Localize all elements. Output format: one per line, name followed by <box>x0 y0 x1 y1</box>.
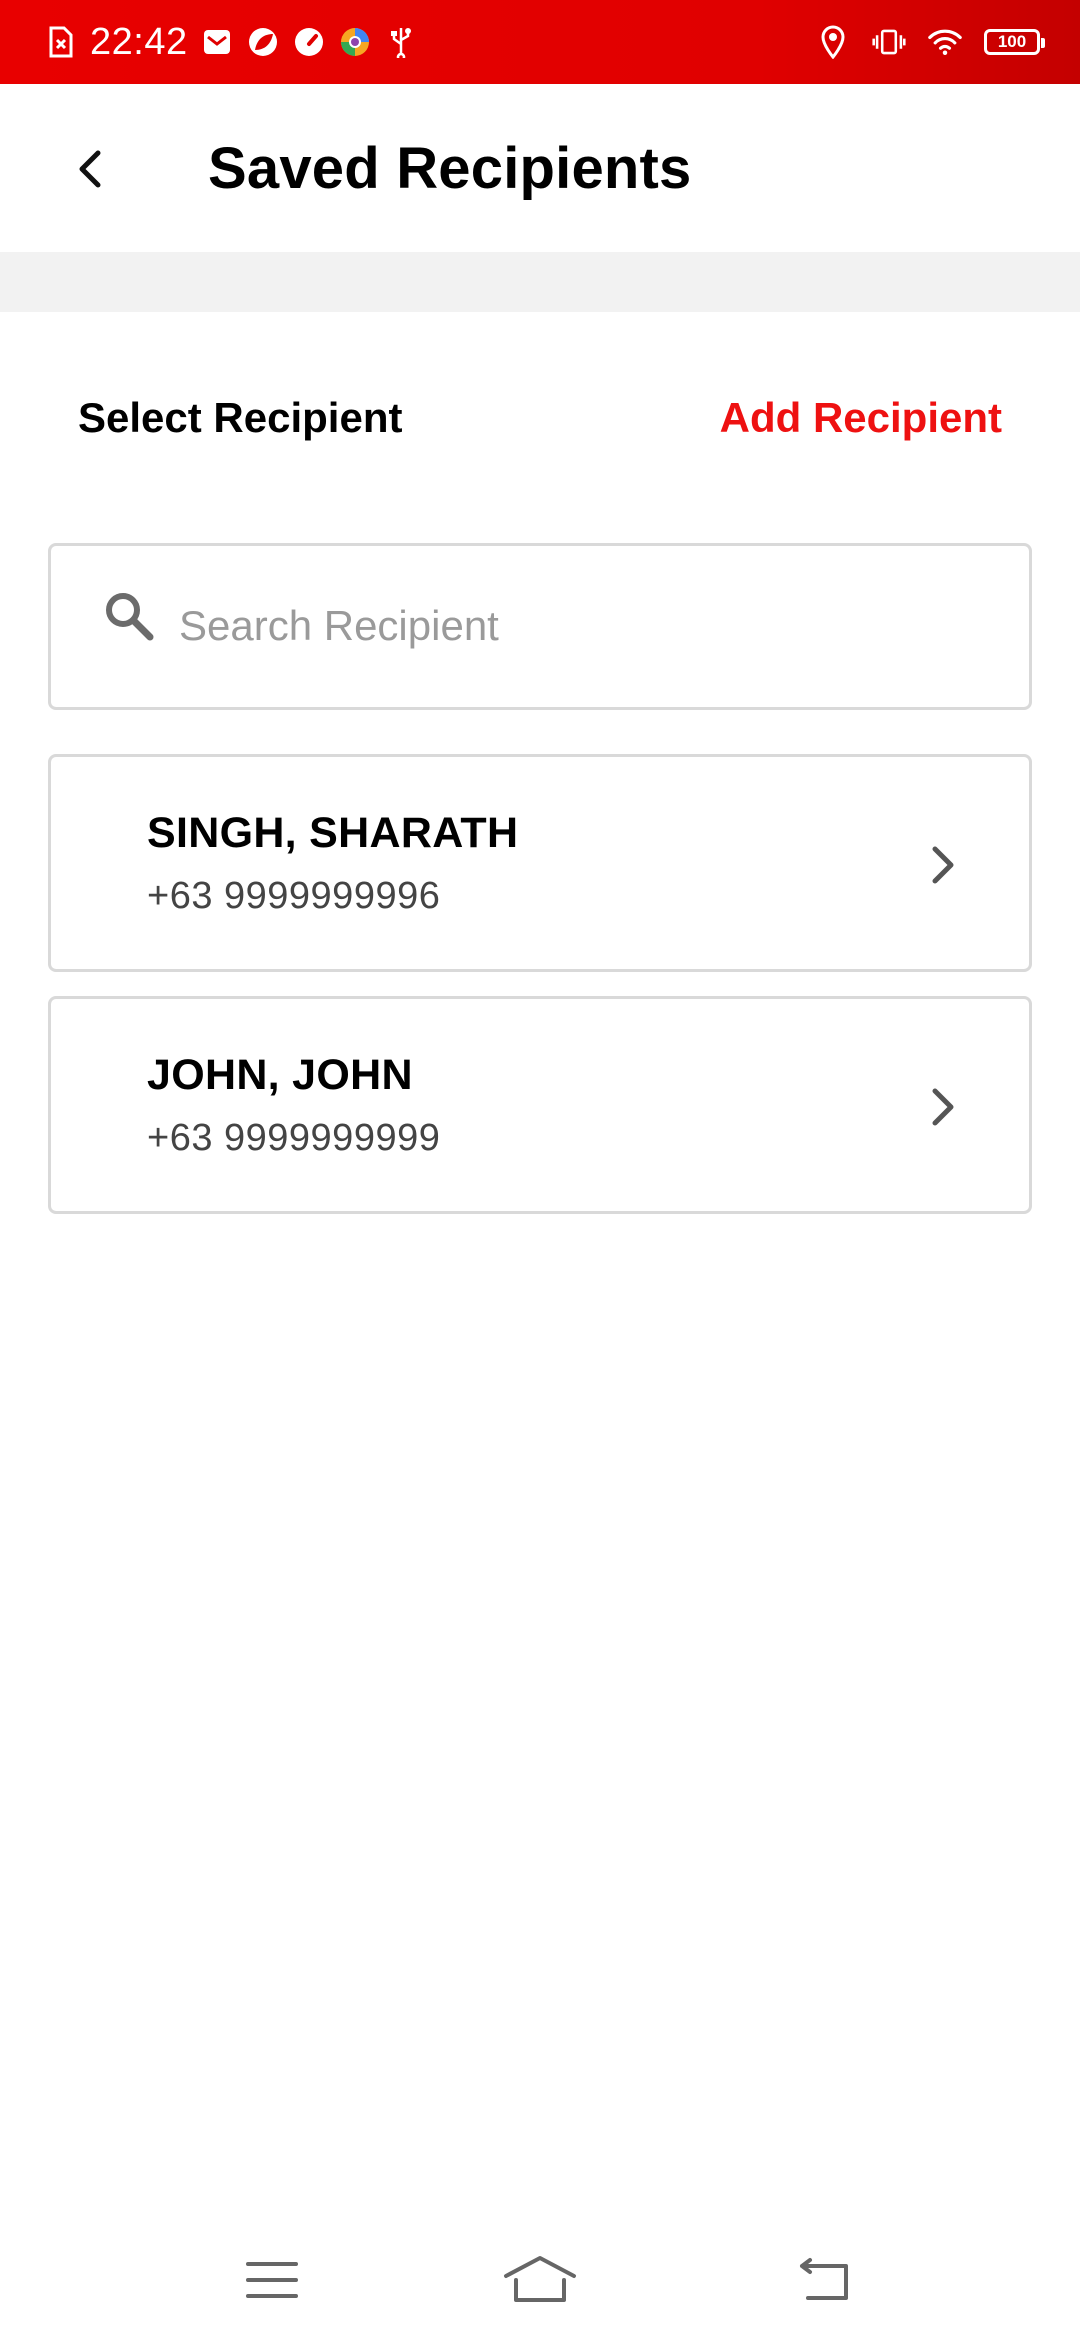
recipient-name: JOHN, JOHN <box>147 1051 413 1099</box>
back-button[interactable] <box>60 134 120 204</box>
chevron-right-icon <box>932 846 954 884</box>
divider-band <box>0 252 1080 312</box>
leaf-app-icon <box>246 25 280 59</box>
recipient-card[interactable]: SINGH, SHARATH +63 9999999996 <box>48 754 1032 972</box>
chevron-right-icon <box>932 1088 954 1126</box>
back-icon <box>800 2258 848 2300</box>
location-icon <box>816 25 850 59</box>
recipient-phone: +63 9999999999 <box>147 1117 441 1159</box>
browser-icon <box>338 25 372 59</box>
status-time: 22:42 <box>90 20 188 63</box>
section-header: Select Recipient Add Recipient <box>0 380 1080 450</box>
search-input[interactable] <box>179 586 999 666</box>
status-bar: 22:42 100 <box>0 0 1080 84</box>
usb-icon <box>384 25 418 59</box>
recipient-card[interactable]: JOHN, JOHN +63 9999999999 <box>48 996 1032 1214</box>
recipient-phone: +63 9999999996 <box>147 875 441 917</box>
battery-icon: 100 <box>984 29 1045 55</box>
back-nav-button[interactable] <box>784 2250 864 2310</box>
wifi-icon <box>928 25 962 59</box>
mail-icon <box>200 25 234 59</box>
search-icon <box>106 593 154 641</box>
app-bar: Saved Recipients <box>0 84 1080 252</box>
recents-button[interactable] <box>232 2250 312 2310</box>
recipient-name: SINGH, SHARATH <box>147 809 519 857</box>
page-title: Saved Recipients <box>208 136 692 201</box>
add-recipient-button[interactable]: Add Recipient <box>720 394 1002 442</box>
search-box[interactable] <box>48 543 1032 710</box>
status-bar-right: 100 <box>816 25 1045 59</box>
home-icon <box>504 2256 576 2302</box>
select-recipient-label: Select Recipient <box>78 394 403 441</box>
system-nav-bar <box>0 2220 1080 2340</box>
chevron-left-icon <box>79 150 101 188</box>
status-bar-left: 22:42 <box>44 21 418 64</box>
screenshot-error-icon <box>44 25 78 59</box>
menu-icon <box>246 2262 298 2298</box>
speedometer-icon <box>292 25 326 59</box>
home-button[interactable] <box>500 2250 580 2310</box>
vibrate-icon <box>872 25 906 59</box>
